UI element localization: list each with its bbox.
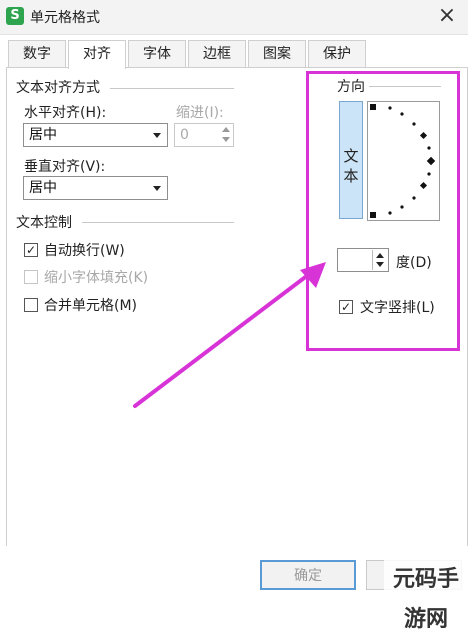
annotation-arrow-icon	[133, 262, 326, 408]
format-cells-dialog: S 单元格格式 × 数字 对齐 字体 边框 图案 保护 文本对齐方式 水平对齐(…	[0, 0, 468, 632]
ok-button[interactable]: 确定	[260, 560, 356, 590]
watermark-logo: 元码手游网	[384, 560, 468, 632]
tab-alignment[interactable]: 对齐	[68, 40, 126, 69]
